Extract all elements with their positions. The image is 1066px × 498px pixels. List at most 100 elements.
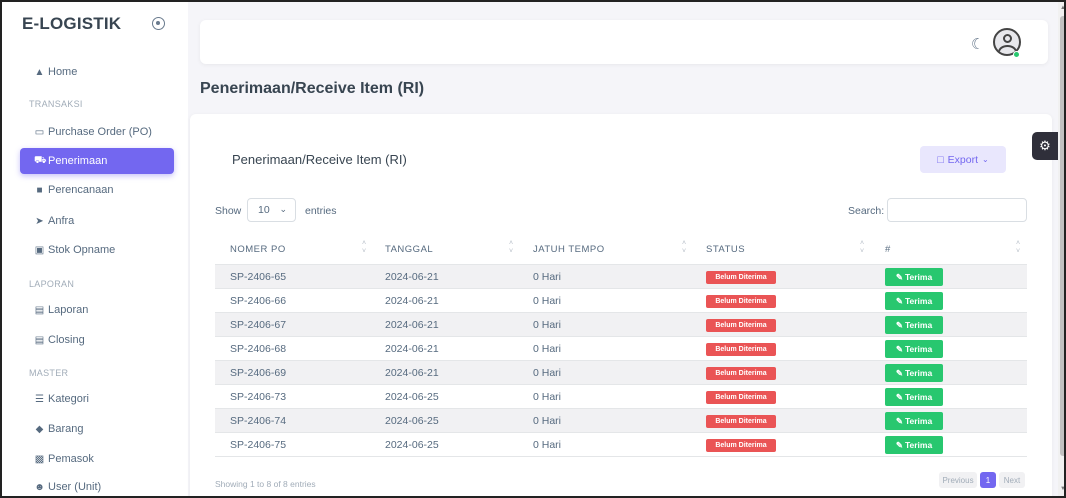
cell-nomer-po: SP-2406-68 (230, 343, 287, 355)
terima-button[interactable]: ✎ Terima (885, 388, 943, 406)
sidebar: E-LOGISTIK ▲ Home TRANSAKSI ▭ Purchase O… (2, 2, 188, 496)
sidebar-item-user-unit[interactable]: ☻ User (Unit) (20, 474, 174, 496)
terima-button[interactable]: ✎ Terima (885, 364, 943, 382)
cell-jatuh-tempo: 0 Hari (533, 439, 562, 451)
sidebar-item-purchase-order[interactable]: ▭ Purchase Order (PO) (20, 119, 174, 145)
sidebar-item-pemasok[interactable]: ▩ Pemasok (20, 446, 174, 472)
column-header-status[interactable]: STATUS (706, 244, 745, 255)
tag-icon: ◆ (35, 423, 44, 435)
sort-icon[interactable]: ˄ ˅ (860, 240, 864, 256)
sidebar-item-label: Closing (48, 334, 85, 346)
report-icon: ▤ (34, 304, 45, 316)
status-badge: Belum Diterima (706, 415, 776, 428)
sidebar-item-kategori[interactable]: ☰ Kategori (20, 386, 174, 412)
scroll-up-arrow-icon[interactable]: ▲ (1060, 5, 1064, 11)
search-label: Search: (848, 205, 885, 217)
cell-tanggal: 2024-06-25 (385, 439, 439, 451)
sort-icon[interactable]: ˄ ˅ (1016, 240, 1020, 256)
terima-button[interactable]: ✎ Terima (885, 292, 943, 310)
table-row: SP-2406-67 2024-06-21 0 Hari Belum Diter… (215, 313, 1027, 337)
terima-label: Terima (904, 344, 933, 354)
sticky-note-icon: ■ (36, 184, 43, 196)
card-title: Penerimaan/Receive Item (RI) (232, 152, 407, 167)
column-header-tanggal[interactable]: TANGGAL (385, 244, 433, 255)
inbox-icon: ▭ (34, 126, 45, 138)
terima-button[interactable]: ✎ Terima (885, 340, 943, 358)
cell-tanggal: 2024-06-21 (385, 367, 439, 379)
sidebar-item-label: Barang (48, 423, 84, 435)
theme-toggle-moon-icon[interactable]: ☾ (971, 35, 984, 53)
settings-gear-icon[interactable]: ⚙ (1032, 132, 1058, 160)
terima-button[interactable]: ✎ Terima (885, 316, 943, 334)
entries-select-value: 10 (258, 204, 270, 216)
sidebar-item-perencanaan[interactable]: ■ Perencanaan (20, 177, 174, 203)
sidebar-header-master: MASTER (29, 368, 69, 378)
truck-icon: ⛟ (34, 154, 47, 166)
cell-tanggal: 2024-06-21 (385, 295, 439, 307)
cell-nomer-po: SP-2406-74 (230, 415, 287, 427)
sidebar-toggle-icon[interactable] (152, 17, 165, 30)
column-header-action[interactable]: # (885, 244, 891, 255)
status-badge: Belum Diterima (706, 343, 776, 356)
box-icon: ▣ (34, 244, 45, 256)
table-info: Showing 1 to 8 of 8 entries (215, 479, 316, 489)
search-input[interactable] (887, 198, 1027, 222)
column-header-nomer-po[interactable]: NOMER PO (230, 244, 286, 255)
sort-icon[interactable]: ˄ ˅ (362, 240, 366, 256)
edit-square-icon: ✎ (895, 271, 903, 282)
sidebar-item-closing[interactable]: ▤ Closing (20, 327, 174, 353)
sidebar-item-label: Kategori (48, 393, 89, 405)
sidebar-item-label: Stok Opname (48, 244, 116, 256)
table-row: SP-2406-74 2024-06-25 0 Hari Belum Diter… (215, 409, 1027, 433)
pagination-page-1[interactable]: 1 (980, 472, 996, 488)
cell-tanggal: 2024-06-25 (385, 391, 439, 403)
pagination-next[interactable]: Next (999, 472, 1025, 488)
terima-button[interactable]: ✎ Terima (885, 436, 943, 454)
sidebar-item-label: Laporan (48, 304, 89, 316)
sidebar-item-laporan[interactable]: ▤ Laporan (20, 297, 174, 323)
sidebar-header-laporan: LAPORAN (29, 279, 75, 289)
cell-tanggal: 2024-06-21 (385, 319, 439, 331)
calculator-icon: ▤ (34, 334, 45, 346)
sidebar-item-penerimaan[interactable]: ⛟ Penerimaan (20, 148, 174, 174)
sidebar-item-label: User (Unit) (48, 481, 102, 493)
sidebar-item-label: Penerimaan (48, 155, 108, 167)
sort-icon[interactable]: ˄ ˅ (509, 240, 513, 256)
terima-label: Terima (904, 272, 933, 282)
status-badge: Belum Diterima (706, 319, 776, 332)
send-icon: ➤ (35, 215, 44, 227)
cell-nomer-po: SP-2406-67 (230, 319, 287, 331)
cell-tanggal: 2024-06-21 (385, 343, 439, 355)
terima-label: Terima (904, 296, 933, 306)
sort-icon[interactable]: ˄ ˅ (682, 240, 686, 256)
edit-square-icon: ✎ (895, 439, 903, 450)
edit-square-icon: ✎ (895, 319, 903, 330)
status-badge: Belum Diterima (706, 295, 776, 308)
cell-nomer-po: SP-2406-75 (230, 439, 287, 451)
sidebar-item-stok-opname[interactable]: ▣ Stok Opname (20, 237, 174, 263)
terima-label: Terima (904, 320, 933, 330)
edit-square-icon: ✎ (895, 415, 903, 426)
cell-tanggal: 2024-06-21 (385, 271, 439, 283)
terima-label: Terima (904, 392, 933, 402)
pagination-previous[interactable]: Previous (939, 472, 977, 488)
terima-button[interactable]: ✎ Terima (885, 412, 943, 430)
scroll-down-arrow-icon[interactable]: ▼ (1060, 486, 1064, 492)
sidebar-item-home[interactable]: ▲ Home (20, 59, 174, 85)
top-navbar: ☾ (200, 20, 1048, 64)
entries-select[interactable]: 10 ⌄ (247, 198, 296, 222)
scroll-thumb[interactable] (1060, 16, 1064, 456)
column-header-jatuh-tempo[interactable]: JATUH TEMPO (533, 244, 605, 255)
export-button[interactable]: □ Export ⌄ (920, 146, 1006, 173)
sidebar-item-barang[interactable]: ◆ Barang (20, 416, 174, 442)
cell-jatuh-tempo: 0 Hari (533, 343, 562, 355)
terima-button[interactable]: ✎ Terima (885, 268, 943, 286)
avatar-head (1003, 34, 1012, 43)
page-title: Penerimaan/Receive Item (RI) (200, 80, 425, 97)
app-frame: E-LOGISTIK ▲ Home TRANSAKSI ▭ Purchase O… (0, 0, 1066, 498)
brand-logo[interactable]: E-LOGISTIK (22, 14, 121, 34)
cell-jatuh-tempo: 0 Hari (533, 367, 562, 379)
page-scrollbar[interactable]: ▲ ▼ (1058, 2, 1064, 496)
cell-nomer-po: SP-2406-66 (230, 295, 287, 307)
sidebar-item-anfra[interactable]: ➤ Anfra (20, 208, 174, 234)
